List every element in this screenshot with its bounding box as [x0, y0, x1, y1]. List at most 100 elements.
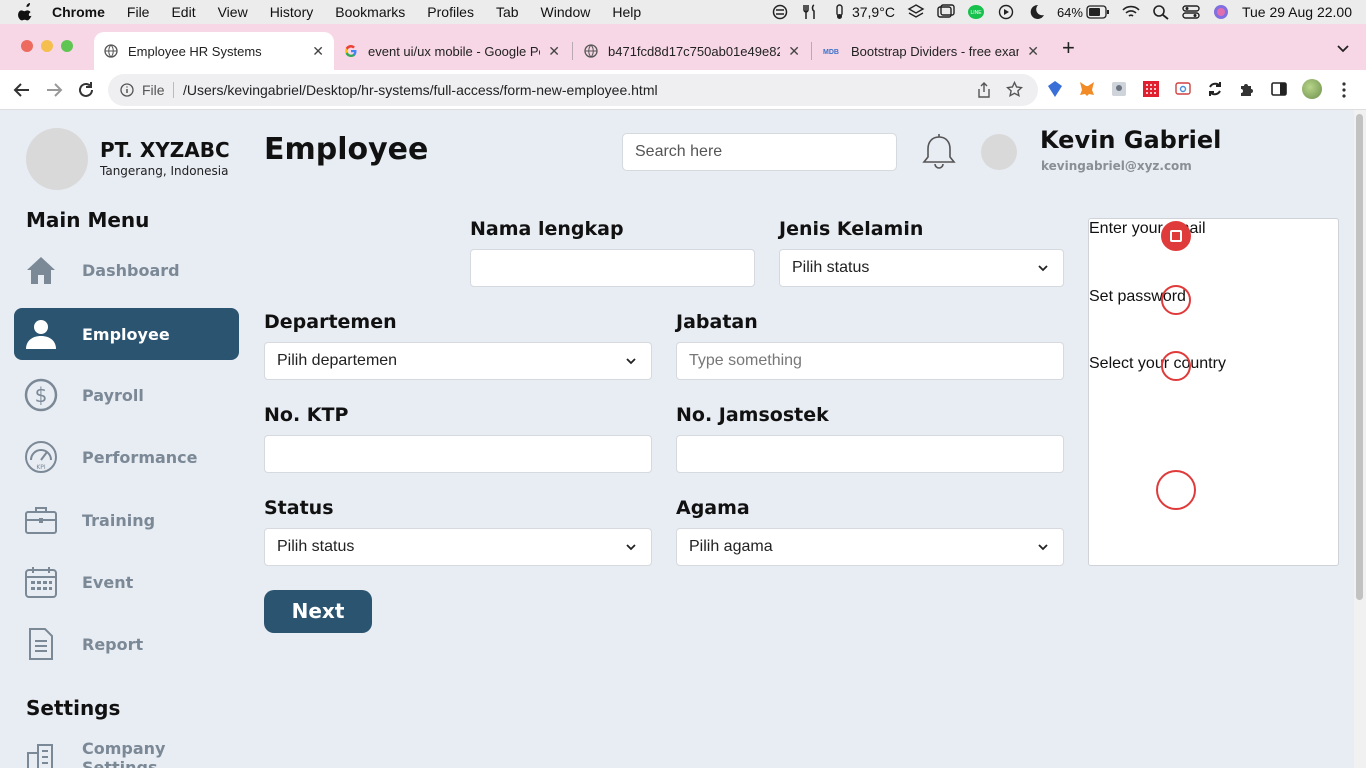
- macos-menu-bar: Chrome File Edit View History Bookmarks Profi…: [0, 0, 1366, 24]
- sidebar-item-company-settings[interactable]: Company Settings: [14, 732, 239, 768]
- share-icon[interactable]: [976, 82, 992, 98]
- no-jamsostek-input[interactable]: [676, 435, 1064, 473]
- extension-shield-icon[interactable]: [1046, 80, 1064, 98]
- menu-file[interactable]: File: [127, 4, 150, 20]
- sidebar-item-training[interactable]: Training: [14, 494, 239, 546]
- extension-photo-icon[interactable]: [1110, 80, 1128, 98]
- next-button[interactable]: Next: [264, 590, 372, 633]
- tab-hash[interactable]: b471fcd8d17c750ab01e49e82 ✕: [574, 32, 810, 70]
- search-input[interactable]: Search here: [622, 133, 897, 171]
- notification-bell-icon[interactable]: [920, 132, 958, 172]
- siri-icon[interactable]: [1212, 4, 1230, 20]
- sidebar-item-event[interactable]: Event: [14, 556, 239, 608]
- status-label: Status: [264, 497, 334, 519]
- sidebar-item-report[interactable]: Report: [14, 618, 239, 670]
- utensils-icon[interactable]: [801, 4, 819, 20]
- back-icon[interactable]: [12, 80, 32, 100]
- address-bar[interactable]: File /Users/kevingabriel/Desktop/hr-syst…: [108, 74, 1038, 106]
- user-icon: [26, 320, 56, 349]
- menu-profiles[interactable]: Profiles: [427, 4, 474, 20]
- tab-divider: [811, 42, 812, 60]
- tab-label: event ui/ux mobile - Google Pe: [368, 43, 541, 59]
- sidebar-item-label: Training: [82, 510, 156, 530]
- departemen-select[interactable]: Pilih departemen: [264, 342, 652, 380]
- no-ktp-label: No. KTP: [264, 404, 349, 426]
- apple-icon[interactable]: [18, 3, 34, 21]
- avatar[interactable]: [981, 134, 1017, 170]
- jenis-kelamin-select[interactable]: Pilih status: [779, 249, 1064, 287]
- svg-text:LINE: LINE: [970, 10, 982, 16]
- wifi-icon[interactable]: [1122, 4, 1140, 20]
- step-marker-large[interactable]: [1156, 470, 1196, 510]
- bookmark-star-icon[interactable]: [1006, 81, 1023, 98]
- layers-icon[interactable]: [907, 4, 925, 20]
- play-circle-icon[interactable]: [997, 4, 1015, 20]
- forward-icon[interactable]: [44, 80, 64, 100]
- tab-employee-hr[interactable]: Employee HR Systems ✕: [94, 32, 334, 70]
- clock[interactable]: Tue 29 Aug 22.00: [1242, 4, 1352, 20]
- extension-cast-icon[interactable]: [1174, 80, 1192, 98]
- menu-help[interactable]: Help: [612, 4, 641, 20]
- battery-status[interactable]: 64%: [1057, 5, 1110, 20]
- jabatan-input[interactable]: Type something: [676, 342, 1064, 380]
- menu-window[interactable]: Window: [541, 4, 591, 20]
- profile-avatar[interactable]: [1302, 79, 1322, 99]
- jabatan-label: Jabatan: [676, 311, 758, 333]
- step-overlay-panel: Enter your email Set password Select you…: [1088, 218, 1339, 566]
- menu-tab[interactable]: Tab: [496, 4, 519, 20]
- tab-close-icon[interactable]: ✕: [788, 43, 800, 60]
- step-marker[interactable]: [1161, 285, 1191, 315]
- tab-close-icon[interactable]: ✕: [548, 43, 560, 60]
- tab-close-icon[interactable]: ✕: [1027, 43, 1039, 60]
- temperature-text: 37,9°C: [851, 4, 895, 20]
- control-center-icon[interactable]: [1182, 4, 1200, 20]
- agama-select[interactable]: Pilih agama: [676, 528, 1064, 566]
- minimize-window-button[interactable]: [41, 40, 53, 52]
- moon-icon[interactable]: [1027, 4, 1045, 20]
- reload-icon[interactable]: [76, 80, 96, 100]
- battery-icon: [1086, 5, 1109, 19]
- sync-status-icon[interactable]: [771, 4, 789, 20]
- extension-grid-red-icon[interactable]: [1142, 80, 1160, 98]
- nama-lengkap-input[interactable]: [470, 249, 755, 287]
- scrollbar-thumb[interactable]: [1356, 114, 1363, 600]
- sidebar-item-performance[interactable]: KPI Performance: [14, 431, 239, 483]
- weather-widget[interactable]: 37,9°C: [831, 4, 895, 20]
- metamask-fox-icon[interactable]: [1078, 80, 1096, 98]
- close-window-button[interactable]: [21, 40, 33, 52]
- menu-history[interactable]: History: [270, 4, 314, 20]
- line-app-icon[interactable]: LINE: [967, 4, 985, 20]
- chevron-down-icon: [1038, 265, 1048, 272]
- window-icon[interactable]: [937, 4, 955, 20]
- sidebar-item-dashboard[interactable]: Dashboard: [14, 244, 239, 296]
- step-marker[interactable]: [1161, 351, 1191, 381]
- extensions-puzzle-icon[interactable]: [1238, 80, 1256, 98]
- url-text[interactable]: /Users/kevingabriel/Desktop/hr-systems/f…: [183, 82, 658, 98]
- sidebar-item-employee[interactable]: Employee: [14, 308, 239, 360]
- svg-text:MDB: MDB: [823, 49, 839, 56]
- step-marker-active[interactable]: [1161, 221, 1191, 251]
- page-scrollbar[interactable]: [1354, 110, 1366, 768]
- status-select[interactable]: Pilih status: [264, 528, 652, 566]
- menu-view[interactable]: View: [218, 4, 248, 20]
- sidebar-item-label: Report: [82, 634, 144, 654]
- new-tab-button[interactable]: +: [1062, 37, 1075, 59]
- company-name: PT. XYZABC: [100, 138, 230, 162]
- side-panel-icon[interactable]: [1270, 80, 1288, 98]
- step-country-text: Select your country: [1089, 355, 1226, 372]
- spotlight-search-icon[interactable]: [1152, 4, 1170, 20]
- svg-text:$: $: [35, 383, 48, 407]
- tab-close-icon[interactable]: ✕: [312, 43, 324, 60]
- tab-google[interactable]: event ui/ux mobile - Google Pe ✕: [334, 32, 570, 70]
- sidebar-item-payroll[interactable]: $ Payroll: [14, 369, 239, 421]
- info-icon[interactable]: [120, 83, 134, 97]
- tab-bootstrap[interactable]: MDB Bootstrap Dividers - free exam ✕: [813, 32, 1049, 70]
- menu-bookmarks[interactable]: Bookmarks: [335, 4, 405, 20]
- extension-sync-icon[interactable]: [1206, 80, 1224, 98]
- no-ktp-input[interactable]: [264, 435, 652, 473]
- maximize-window-button[interactable]: [61, 40, 73, 52]
- tab-search-chevron-icon[interactable]: [1336, 44, 1350, 54]
- app-name[interactable]: Chrome: [52, 4, 105, 20]
- browser-menu-icon[interactable]: [1338, 81, 1350, 99]
- menu-edit[interactable]: Edit: [171, 4, 195, 20]
